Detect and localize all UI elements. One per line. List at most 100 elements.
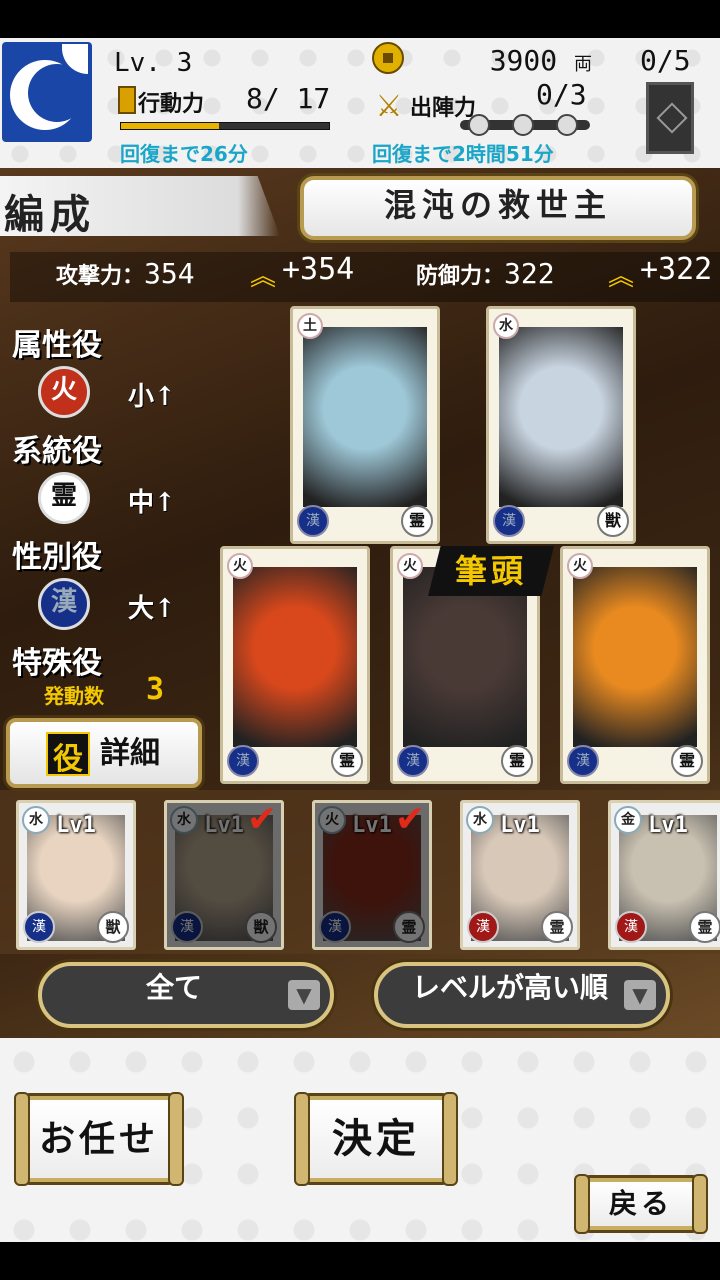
- element-icon: 火: [567, 553, 593, 579]
- action-point-bar: [120, 122, 330, 130]
- action-point-icon: [118, 86, 136, 114]
- defense-stat: 防御力：322: [416, 252, 555, 302]
- footer: お任せ 決定 戻る: [0, 1038, 720, 1242]
- sortie-dot: [512, 114, 534, 136]
- gender-level-value: 大: [128, 594, 155, 624]
- element-icon: 水: [493, 313, 519, 339]
- back-button[interactable]: 戻る: [574, 1174, 708, 1234]
- lineage-role-title: 系統役: [12, 434, 102, 469]
- formation-card[interactable]: 水漢 獣: [486, 306, 636, 544]
- deck-icon[interactable]: [646, 82, 694, 154]
- chevron-down-icon: ▼: [624, 980, 656, 1010]
- sortie-value: 0/3: [536, 78, 587, 111]
- race-icon: 獣: [97, 911, 129, 943]
- attack-bonus: +354: [282, 252, 355, 287]
- class-icon: 漢: [227, 745, 259, 777]
- attribute-level-value: 小: [128, 382, 155, 412]
- sortie-label: 出陣力: [410, 96, 477, 121]
- checkmark-icon: ✔: [394, 800, 425, 840]
- lineage-role-level: 中↑: [128, 488, 176, 518]
- auto-button[interactable]: お任せ: [14, 1092, 184, 1186]
- header: Lv. 3 行動力 8/ 17 回復まで26分 3900 両 ⚔ 出陣力 0/3…: [0, 38, 720, 168]
- attack-stat: 攻撃力：354: [56, 252, 195, 302]
- formation-card[interactable]: 火漢 霊: [220, 546, 370, 784]
- class-icon: 漢: [397, 745, 429, 777]
- attack-label: 攻撃力：: [56, 264, 145, 289]
- card-art: [303, 327, 427, 507]
- deck-count: 0/5: [640, 44, 691, 77]
- attribute-role-title: 属性役: [12, 328, 102, 363]
- confirm-label: 決定: [332, 1115, 420, 1162]
- race-icon: 霊: [331, 745, 363, 777]
- money-value: 3900: [489, 44, 558, 77]
- auto-label: お任せ: [38, 1118, 159, 1160]
- attack-value: 354: [144, 257, 195, 290]
- special-role-title: 特殊役: [12, 646, 102, 681]
- action-point-recover: 回復まで26分: [120, 142, 248, 166]
- nav-bar: [0, 1242, 720, 1280]
- coin-icon: [372, 42, 404, 74]
- card-art: [499, 327, 623, 507]
- race-icon: 霊: [689, 911, 720, 943]
- class-icon: 漢: [23, 911, 55, 943]
- card-bench: 水Lv1漢獣水Lv1漢獣✔火Lv1漢霊✔水Lv1漢霊金Lv1漢霊: [0, 790, 720, 954]
- card-art: [573, 567, 697, 747]
- race-icon: 霊: [401, 505, 433, 537]
- fire-icon: 火: [38, 366, 90, 418]
- bench-card[interactable]: 水 Lv1 漢霊: [460, 800, 580, 950]
- stat-strip: 攻撃力：354 ︽ +354 防御力：322 ︽ +322: [10, 252, 720, 302]
- status-bar: [0, 0, 720, 38]
- card-art: [233, 567, 357, 747]
- defense-label: 防御力：: [416, 264, 505, 289]
- bench-card[interactable]: 水 Lv1 漢獣: [16, 800, 136, 950]
- bench-card[interactable]: 金 Lv1 漢霊: [608, 800, 720, 950]
- app-logo-icon[interactable]: [2, 42, 92, 142]
- sort-label: レベルが高い順: [411, 971, 608, 1004]
- back-label: 戻る: [608, 1187, 673, 1220]
- race-icon: 獣: [597, 505, 629, 537]
- player-level: Lv. 3: [114, 48, 193, 78]
- checkmark-icon: ✔: [246, 800, 277, 840]
- male-icon: 漢: [38, 578, 90, 630]
- element-icon: 火: [397, 553, 423, 579]
- formation-tab: 編成: [0, 176, 280, 236]
- sort-dropdown[interactable]: レベルが高い順 ▼: [374, 962, 670, 1028]
- deck-name-plate[interactable]: 混沌の救世主: [300, 176, 696, 240]
- role-badge-icon: 役: [46, 732, 90, 777]
- formation-card[interactable]: 火漢 霊: [560, 546, 710, 784]
- defense-bonus: +322: [640, 252, 713, 287]
- deck-name: 混沌の救世主: [383, 186, 612, 224]
- chevron-down-icon: ▼: [288, 980, 320, 1010]
- bench-card[interactable]: 火Lv1漢霊✔: [312, 800, 432, 950]
- action-point-value: 8/ 17: [246, 82, 331, 115]
- bench-card[interactable]: 水Lv1漢獣✔: [164, 800, 284, 950]
- chevron-up-icon: ︽: [250, 262, 277, 292]
- role-detail-label: 詳細: [100, 736, 160, 771]
- sortie-recover: 回復まで2時間51分: [372, 142, 554, 166]
- class-icon: 漢: [615, 911, 647, 943]
- gender-role-title: 性別役: [12, 540, 102, 575]
- formation-card[interactable]: 土漢 霊: [290, 306, 440, 544]
- gender-role-level: 大↑: [128, 594, 176, 624]
- sortie-dot: [556, 114, 578, 136]
- crossed-swords-icon: ⚔: [375, 89, 403, 124]
- action-point-fill: [121, 123, 219, 129]
- type-filter-dropdown[interactable]: 全て ▼: [38, 962, 334, 1028]
- activate-label: 発動数: [44, 684, 104, 708]
- spirit-icon: 霊: [38, 472, 90, 524]
- lineage-level-value: 中: [128, 488, 155, 518]
- class-icon: 漢: [297, 505, 329, 537]
- card-level: Lv1: [56, 813, 96, 838]
- formation-panel: 編成 混沌の救世主 攻撃力：354 ︽ +354 防御力：322 ︽ +322 …: [0, 168, 720, 1038]
- money-display: 3900 両: [470, 44, 592, 77]
- card-level: Lv1: [500, 813, 540, 838]
- role-detail-button[interactable]: 役 詳細: [6, 718, 202, 788]
- leader-tag: 筆頭: [428, 546, 554, 596]
- race-icon: 霊: [671, 745, 703, 777]
- race-icon: 霊: [501, 745, 533, 777]
- card-level: Lv1: [648, 813, 688, 838]
- defense-value: 322: [504, 257, 555, 290]
- attribute-role-level: 小↑: [128, 382, 176, 412]
- confirm-button[interactable]: 決定: [294, 1092, 458, 1186]
- chevron-up-icon: ︽: [608, 262, 635, 292]
